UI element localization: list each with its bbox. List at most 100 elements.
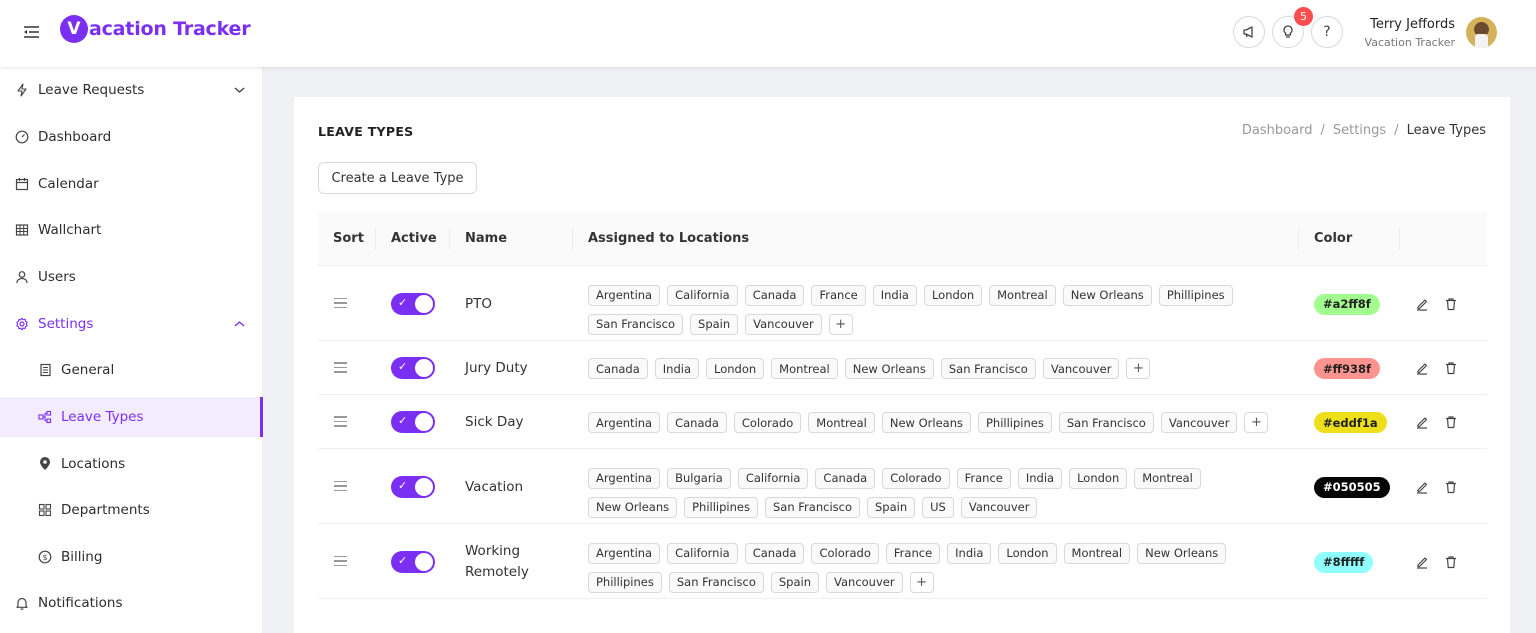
- leave-type-name: Vacation: [465, 478, 524, 495]
- pin-icon: [37, 456, 53, 472]
- leave-type-name: Sick Day: [465, 414, 524, 430]
- color-badge: #a2ff8f: [1314, 293, 1380, 315]
- sidebar-item-users[interactable]: Users: [0, 257, 263, 297]
- location-tag: Spain: [867, 496, 916, 518]
- leave-types-table: Sort Active Name Assigned to Locations C…: [318, 212, 1487, 599]
- drag-handle-icon[interactable]: [334, 555, 347, 567]
- drag-handle-icon[interactable]: [334, 416, 347, 427]
- location-tag: Argentina: [588, 467, 661, 489]
- location-tags: Argentina California Canada France India Lond…: [588, 284, 1288, 335]
- location-tag: Montreal: [1063, 542, 1131, 564]
- breadcrumb-dashboard[interactable]: Dashboard: [1242, 123, 1313, 138]
- sidebar-item-notifications[interactable]: Notifications: [0, 583, 263, 623]
- active-toggle[interactable]: ✓: [391, 357, 435, 379]
- toggle-knob: [415, 477, 433, 496]
- drag-handle-icon[interactable]: [334, 480, 347, 492]
- location-tag: India: [1017, 467, 1063, 489]
- avatar[interactable]: [1466, 17, 1497, 48]
- location-tag: France: [811, 284, 866, 306]
- location-tags: Canada India London Montreal New Orleans San …: [588, 358, 1288, 379]
- drag-handle-icon[interactable]: [334, 362, 347, 373]
- sidebar-item-leave-requests[interactable]: Leave Requests: [0, 70, 263, 110]
- check-icon: ✓: [398, 553, 408, 567]
- announcement-button[interactable]: [1233, 16, 1265, 48]
- add-location-icon[interactable]: +: [909, 571, 934, 593]
- menu-fold-icon[interactable]: [20, 22, 42, 42]
- sidebar-item-label: Settings: [38, 316, 94, 332]
- sidebar-item-calendar[interactable]: Calendar: [0, 164, 263, 204]
- chevron-up-icon: [234, 318, 245, 331]
- location-tags: Argentina Bulgaria California Canada Colorad…: [588, 467, 1288, 518]
- active-toggle[interactable]: ✓: [391, 475, 435, 498]
- location-tag: Canada: [744, 542, 805, 564]
- location-tag: San Francisco: [668, 571, 764, 593]
- location-tag: Phillipines: [588, 571, 662, 593]
- logo-text: acation Tracker: [89, 18, 251, 40]
- location-tag: London: [706, 358, 765, 379]
- table-body: ✓ PTO Argentina California Canada France India…: [318, 266, 1487, 599]
- active-toggle[interactable]: ✓: [391, 411, 435, 433]
- delete-icon[interactable]: [1443, 554, 1459, 570]
- megaphone-icon: [1243, 26, 1253, 38]
- user-icon: [14, 269, 30, 285]
- delete-icon[interactable]: [1443, 414, 1459, 430]
- edit-icon[interactable]: [1414, 414, 1430, 430]
- delete-icon[interactable]: [1443, 296, 1459, 312]
- location-tag: France: [885, 542, 941, 564]
- sidebar-item-label: Dashboard: [38, 129, 112, 145]
- sidebar-item-locations[interactable]: Locations: [0, 444, 263, 484]
- sidebar-item-departments[interactable]: Departments: [0, 490, 263, 530]
- toggle-knob: [415, 552, 433, 571]
- column-header-name: Name: [465, 231, 508, 246]
- location-tag: Phillipines: [684, 496, 758, 518]
- delete-icon[interactable]: [1443, 479, 1459, 495]
- active-toggle[interactable]: ✓: [391, 550, 435, 573]
- column-header-sort: Sort: [333, 231, 364, 246]
- location-tag: Bulgaria: [667, 467, 731, 489]
- user-company: Vacation Tracker: [1364, 36, 1455, 49]
- table-icon: [14, 222, 30, 238]
- sidebar-item-label: Notifications: [38, 595, 123, 611]
- breadcrumb-settings[interactable]: Settings: [1333, 123, 1386, 138]
- user-name[interactable]: Terry Jeffords: [1330, 17, 1455, 32]
- delete-icon[interactable]: [1443, 360, 1459, 376]
- location-tag: Canada: [588, 358, 648, 379]
- location-tag: California: [737, 467, 809, 489]
- svg-text:$: $: [42, 553, 47, 562]
- sidebar-item-label: Leave Types: [61, 409, 144, 425]
- sidebar-item-general[interactable]: General: [0, 350, 263, 390]
- create-leave-type-button[interactable]: Create a Leave Type: [318, 162, 477, 194]
- location-tag: Phillipines: [977, 412, 1052, 433]
- location-tag: Colorado: [811, 542, 879, 564]
- sidebar-item-leave-types[interactable]: Leave Types: [0, 397, 263, 437]
- location-tag: Argentina: [588, 542, 661, 564]
- location-tags: Argentina Canada Colorado Montreal New Orlea…: [588, 412, 1288, 433]
- edit-icon[interactable]: [1414, 554, 1430, 570]
- location-tag: London: [998, 542, 1057, 564]
- location-tag: Vancouver: [745, 313, 822, 335]
- location-tag: New Orleans: [844, 358, 934, 379]
- location-tag: Colorado: [882, 467, 950, 489]
- active-toggle[interactable]: ✓: [391, 292, 435, 315]
- location-tag: Argentina: [588, 412, 661, 433]
- location-tag: Montreal: [1134, 467, 1201, 489]
- column-header-active: Active: [391, 231, 437, 246]
- drag-handle-icon[interactable]: [334, 297, 347, 309]
- location-tag: New Orleans: [881, 412, 971, 433]
- page-title: LEAVE TYPES: [318, 124, 414, 139]
- notification-count-badge: 5: [1294, 7, 1313, 26]
- edit-icon[interactable]: [1414, 360, 1430, 376]
- location-tag: India: [947, 542, 992, 564]
- sidebar-item-billing[interactable]: $ Billing: [0, 537, 263, 577]
- location-tag: Montreal: [989, 284, 1056, 306]
- edit-icon[interactable]: [1414, 296, 1430, 312]
- sidebar-item-dashboard[interactable]: Dashboard: [0, 117, 263, 157]
- sidebar-item-wallchart[interactable]: Wallchart: [0, 210, 263, 250]
- color-badge: #050505: [1314, 476, 1390, 498]
- edit-icon[interactable]: [1414, 479, 1430, 495]
- add-location-icon[interactable]: +: [1244, 412, 1269, 433]
- sidebar-item-settings[interactable]: Settings: [0, 304, 263, 344]
- app-logo[interactable]: V acation Tracker: [60, 15, 251, 43]
- add-location-icon[interactable]: +: [1126, 358, 1151, 379]
- add-location-icon[interactable]: +: [828, 313, 853, 335]
